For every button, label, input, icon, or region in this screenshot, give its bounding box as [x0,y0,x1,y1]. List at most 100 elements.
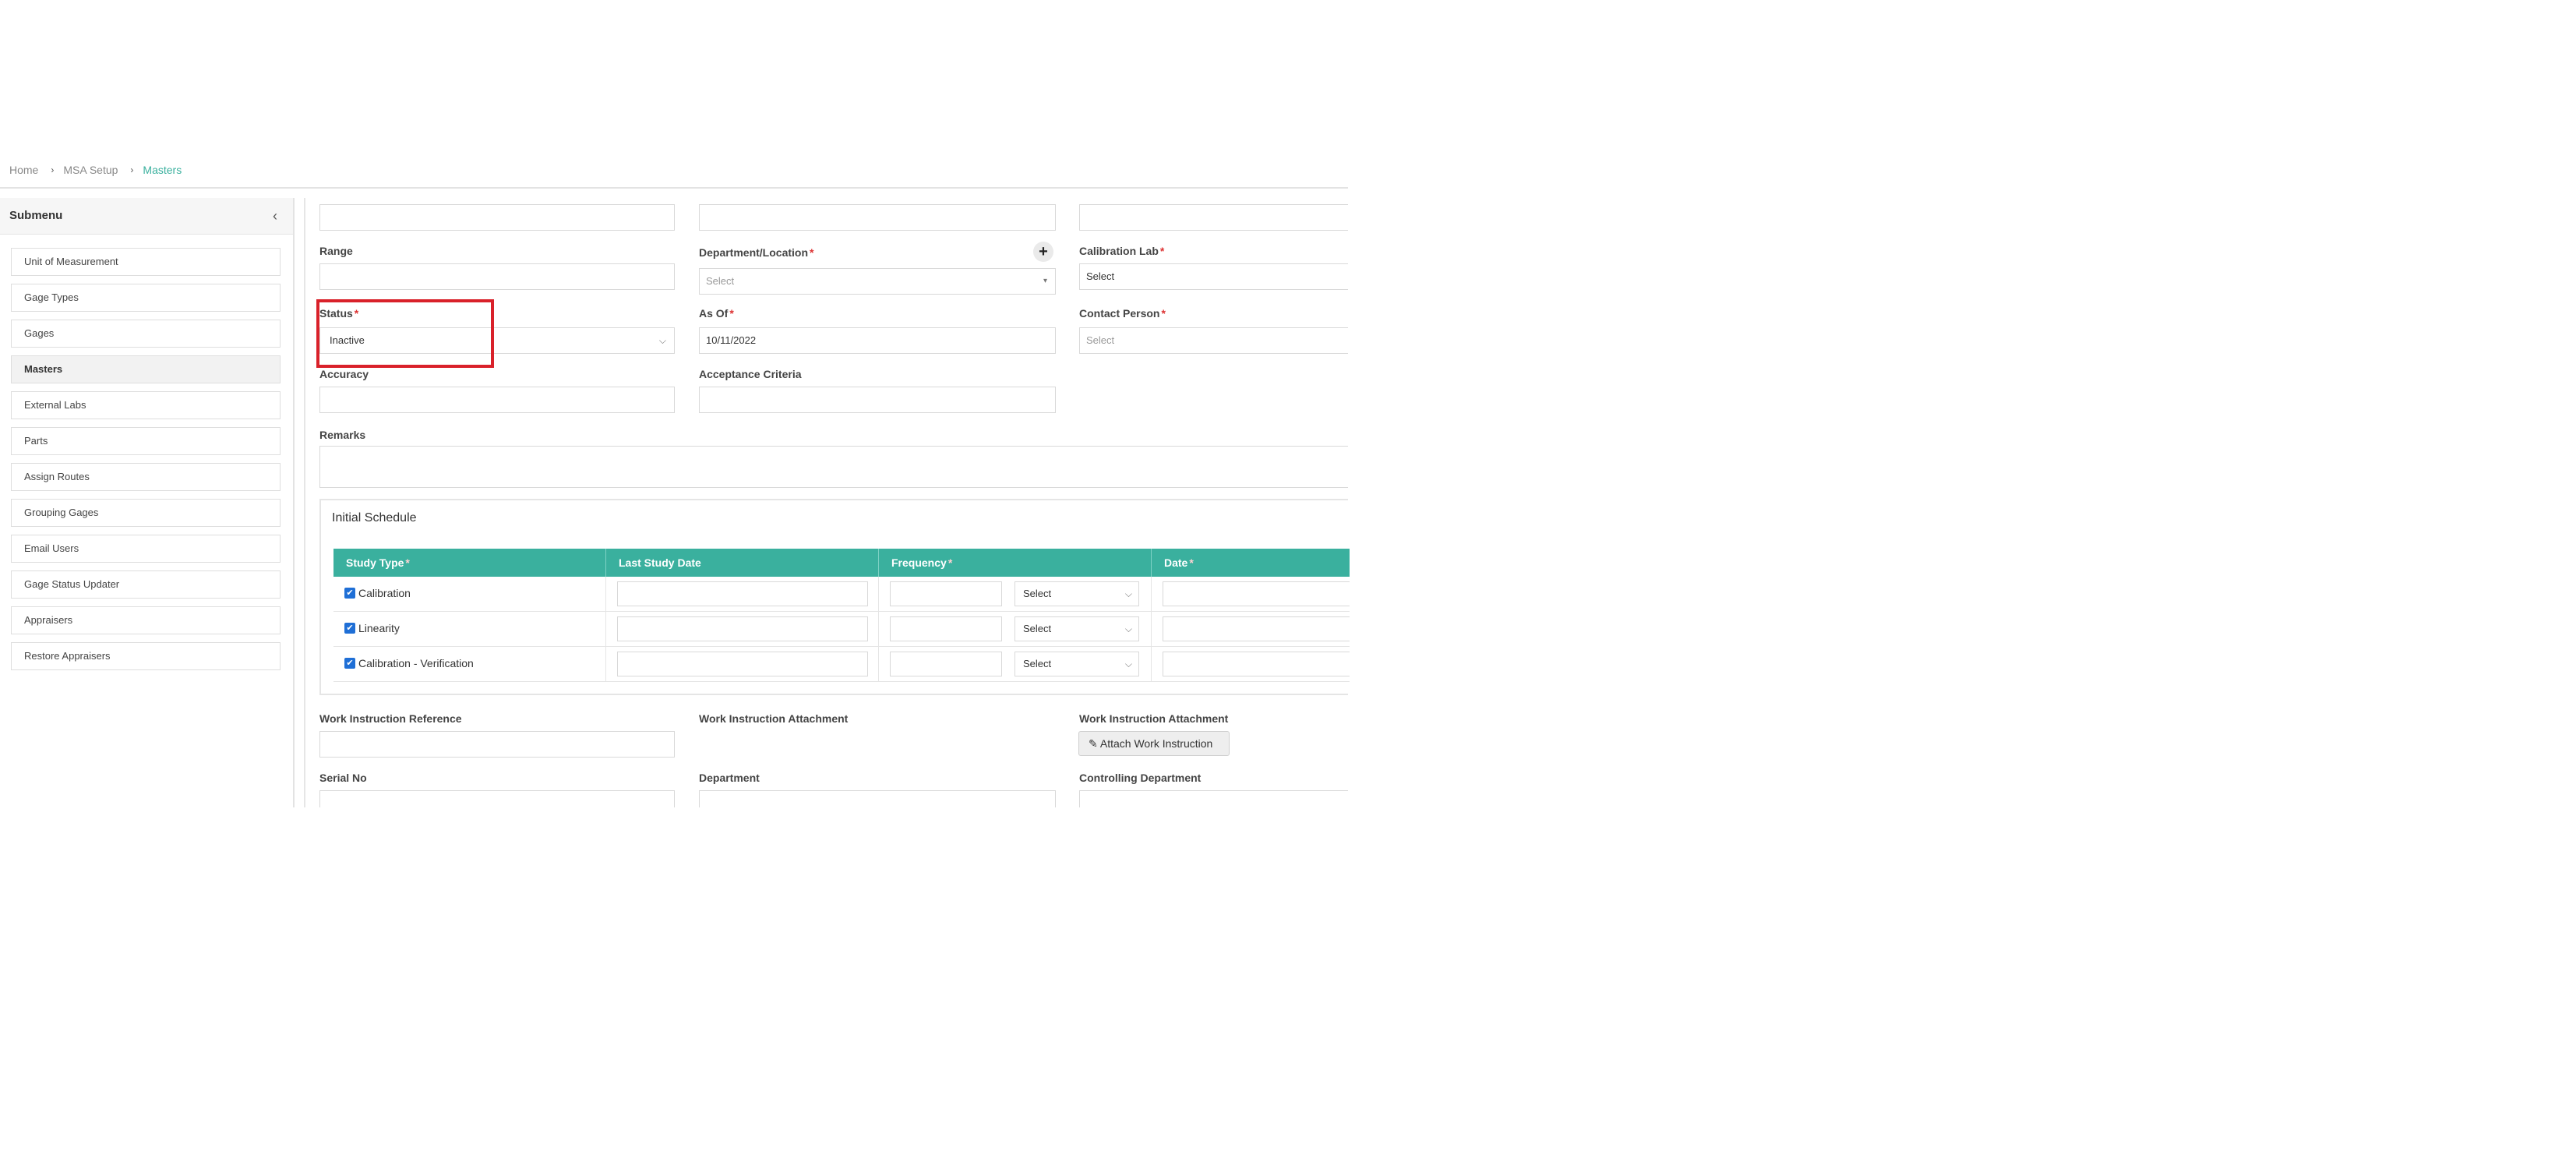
frequency-unit-select[interactable]: Select ⌵ [1015,616,1139,641]
sidebar-item-masters[interactable]: Masters [11,355,281,383]
date-input[interactable] [1163,652,1350,676]
collapse-chevron-icon[interactable]: ‹ [268,209,282,223]
last-study-date-input[interactable] [617,652,868,676]
frequency-unit-select[interactable]: Select ⌵ [1015,581,1139,606]
department-input[interactable] [699,790,1056,807]
acceptance-criteria-input[interactable] [699,387,1056,413]
serial-no-input[interactable] [319,790,675,807]
work-instruction-attachment-label-2: Work Instruction Attachment [1079,712,1229,725]
breadcrumb-home[interactable]: Home [9,164,38,176]
work-instruction-reference-label: Work Instruction Reference [319,712,462,725]
controlling-department-input[interactable] [1079,790,1348,807]
calibration-lab-label: Calibration Lab * [1079,245,1165,257]
breadcrumb-separator-icon: › [51,164,55,175]
accuracy-input[interactable] [319,387,675,413]
last-study-date-cell [606,577,879,611]
initial-schedule-title: Initial Schedule [332,511,417,525]
as-of-date-input[interactable]: 10/11/2022 [699,327,1056,354]
calibration-lab-select[interactable]: Select [1079,263,1348,290]
initial-schedule-panel: Initial Schedule Study Type * Last Study … [319,499,1350,695]
sidebar-item-assign-routes[interactable]: Assign Routes [11,463,281,491]
frequency-unit-select[interactable]: Select ⌵ [1015,652,1139,676]
chevron-down-icon: ⌵ [1124,659,1132,669]
attach-work-instruction-button[interactable]: ✎ Attach Work Instruction [1078,731,1230,756]
sidebar-item-external-labs[interactable]: External Labs [11,391,281,419]
table-row: ✔ Linearity Select ⌵ [333,612,1350,647]
date-cell [1152,647,1350,681]
remarks-label: Remarks [319,429,366,441]
study-type-label: Calibration - Verification [358,657,474,669]
add-department-location-button[interactable]: + [1033,242,1053,262]
controlling-department-label: Controlling Department [1079,772,1202,784]
range-input[interactable] [319,263,675,290]
department-location-select[interactable]: Select ▾ [699,268,1056,295]
date-cell [1152,612,1350,646]
last-study-date-input[interactable] [617,581,868,606]
table-row: ✔ Calibration - Verification Select ⌵ [333,647,1350,682]
sidebar-item-grouping-gages[interactable]: Grouping Gages [11,499,281,527]
submenu-title: Submenu [9,209,63,222]
sidebar-item-appraisers[interactable]: Appraisers [11,606,281,634]
study-type-label: Calibration [358,587,411,599]
column-frequency: Frequency * [879,549,1152,577]
study-type-label: Linearity [358,622,400,634]
remarks-textarea[interactable] [319,446,1348,488]
last-study-date-cell [606,647,879,681]
breadcrumb-msa-setup[interactable]: MSA Setup [63,164,118,176]
serial-no-label: Serial No [319,772,367,784]
breadcrumb: Home › MSA Setup › Masters [9,161,182,179]
frequency-cell: Select ⌵ [879,647,1152,681]
department-label: Department [699,772,760,784]
study-type-cell: ✔ Calibration [333,577,606,611]
sidebar-item-gage-types[interactable]: Gage Types [11,284,281,312]
contact-person-select[interactable]: Select [1079,327,1348,354]
contact-person-label: Contact Person * [1079,307,1166,320]
content-scroll-divider [304,198,305,807]
frequency-input[interactable] [890,652,1002,676]
frequency-input[interactable] [890,616,1002,641]
as-of-value: 10/11/2022 [706,334,757,346]
schedule-table-header: Study Type * Last Study Date Frequency * D… [333,549,1350,577]
sidebar-item-unit-of-measurement[interactable]: Unit of Measurement [11,248,281,276]
chevron-down-icon: ⌵ [1124,623,1132,634]
study-type-cell: ✔ Calibration - Verification [333,647,606,681]
work-instruction-reference-input[interactable] [319,731,675,758]
column-last-study-date: Last Study Date [606,549,879,577]
department-location-placeholder: Select [706,275,735,287]
chevron-down-icon: ⌵ [658,335,666,346]
breadcrumb-separator-icon: › [130,164,134,175]
table-row: ✔ Calibration Select ⌵ [333,577,1350,612]
sidebar-item-parts[interactable]: Parts [11,427,281,455]
sidebar-item-email-users[interactable]: Email Users [11,535,281,563]
chevron-down-icon: ⌵ [1124,588,1132,599]
contact-person-placeholder: Select [1086,334,1115,346]
date-cell [1152,577,1350,611]
as-of-label: As Of * [699,307,734,320]
calibration-lab-value: Select [1086,270,1115,282]
date-input[interactable] [1163,581,1350,606]
submenu-sidebar: Submenu ‹ Unit of Measurement Gage Types… [0,198,295,807]
checkbox-calibration[interactable]: ✔ [344,588,355,599]
column-date: Date * [1164,556,1194,569]
department-location-label: Department/Location * [699,246,814,259]
top-field-3[interactable] [1079,204,1348,231]
top-field-2[interactable] [699,204,1056,231]
accuracy-label: Accuracy [319,368,369,380]
paperclip-icon: ✎ [1089,737,1098,750]
last-study-date-input[interactable] [617,616,868,641]
sidebar-item-gages[interactable]: Gages [11,320,281,348]
sidebar-item-restore-appraisers[interactable]: Restore Appraisers [11,642,281,670]
last-study-date-cell [606,612,879,646]
acceptance-criteria-label: Acceptance Criteria [699,368,802,380]
checkbox-calibration-verification[interactable]: ✔ [344,658,355,669]
range-label: Range [319,245,353,257]
breadcrumb-current: Masters [143,164,182,176]
sidebar-item-gage-status-updater[interactable]: Gage Status Updater [11,570,281,599]
frequency-input[interactable] [890,581,1002,606]
checkbox-linearity[interactable]: ✔ [344,623,355,634]
date-input[interactable] [1163,616,1350,641]
dropdown-arrow-icon: ▾ [1043,277,1047,285]
attach-work-instruction-label: Attach Work Instruction [1099,737,1213,750]
top-field-1[interactable] [319,204,675,231]
work-instruction-attachment-label: Work Instruction Attachment [699,712,849,725]
